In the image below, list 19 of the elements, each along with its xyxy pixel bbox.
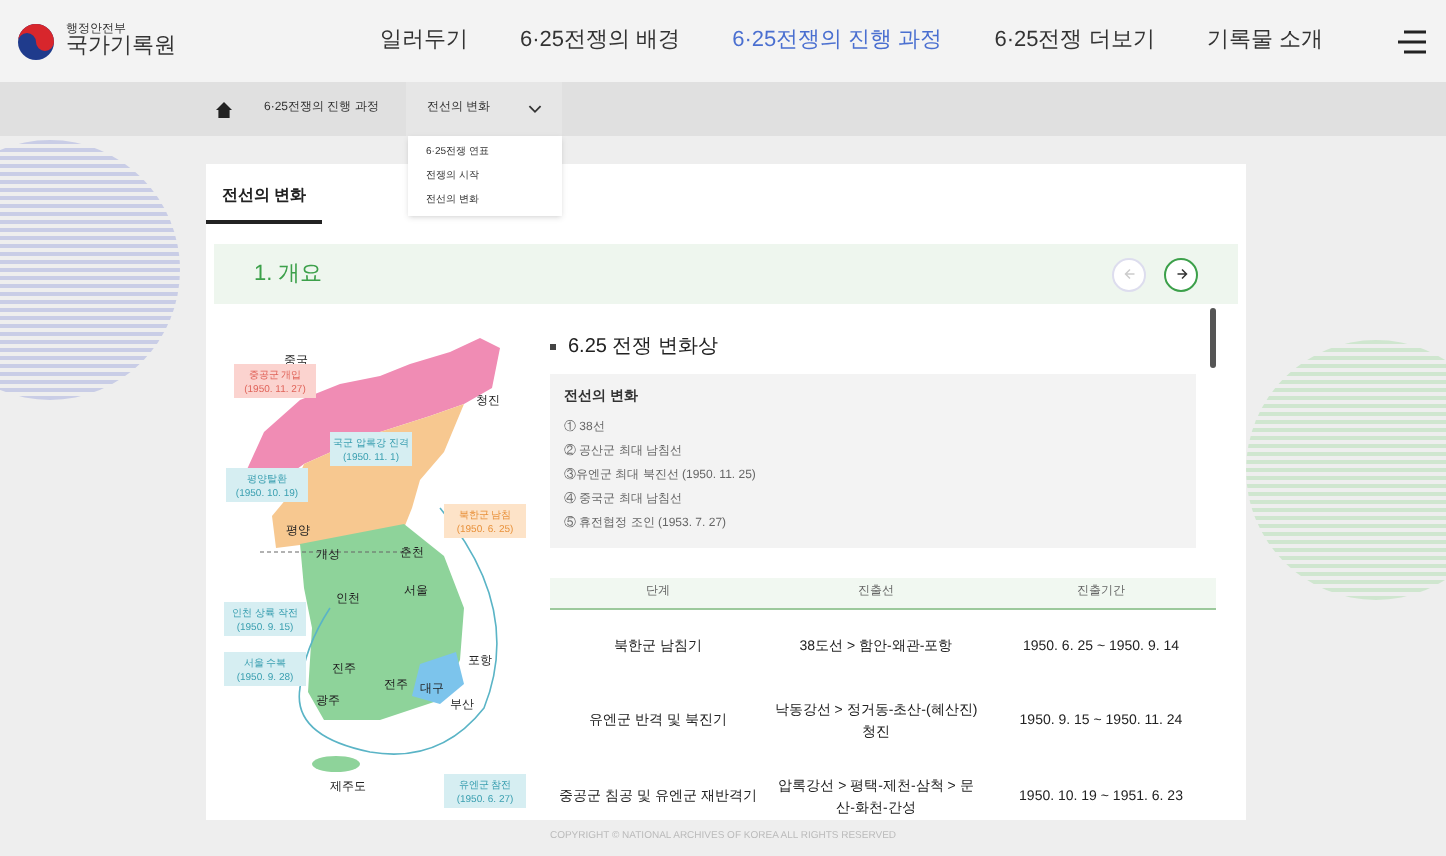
island-region [312,756,360,772]
logo-icon [16,21,56,61]
logo-text: 국가기록원 [66,36,176,58]
bullet-icon [550,344,556,350]
next-button[interactable] [1164,257,1198,291]
chevron-icon [528,104,543,114]
left-arrow-icon [1123,268,1135,280]
nav-link[interactable]: 기록물 소개 [1206,24,1323,58]
scrollbar[interactable] [1210,308,1216,368]
section-title: 1. 개요 [254,259,323,290]
tab[interactable]: 전선의 변화 [206,184,323,224]
right-arrow-icon [1175,268,1187,280]
menu-icon[interactable] [1398,29,1426,53]
panel-title: 6.25 전쟁 변화상 [568,334,719,362]
nav-link[interactable]: 6·25전쟁의 배경 [520,24,681,58]
nav-link[interactable]: 일러두기 [380,24,468,58]
nav-link[interactable]: 6·25전쟁의 진행 과정 [732,24,943,58]
home-icon[interactable] [216,101,232,117]
nav-link[interactable]: 6·25전쟁 더보기 [994,24,1155,58]
